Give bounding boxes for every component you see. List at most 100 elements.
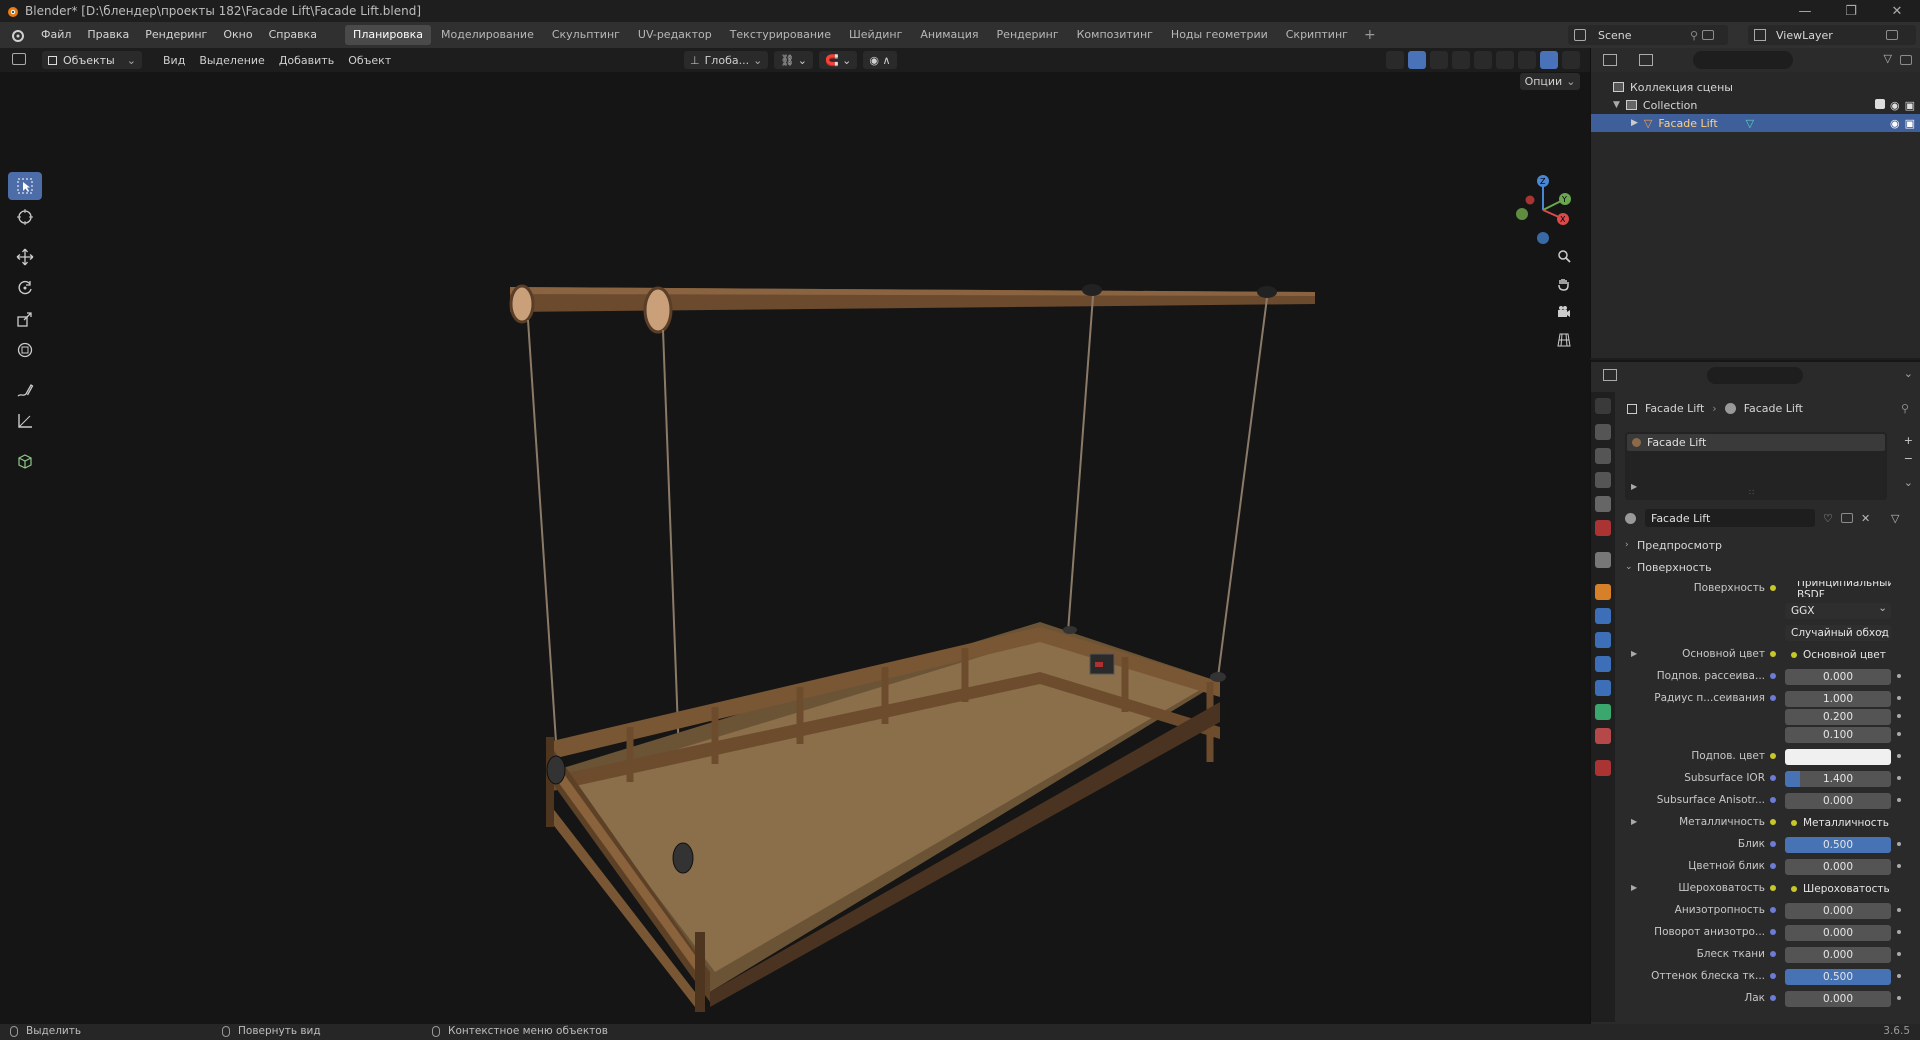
keyframe-dot-icon[interactable] xyxy=(1897,754,1901,758)
overlay-toggle[interactable] xyxy=(1430,51,1448,69)
shading-rendered[interactable] xyxy=(1540,51,1558,69)
move-tool[interactable] xyxy=(8,243,42,271)
keyframe-dot-icon[interactable] xyxy=(1897,732,1901,736)
resize-handle[interactable]: ∷ xyxy=(1749,488,1754,497)
tab-animation[interactable]: Анимация xyxy=(912,25,986,45)
maximize-icon[interactable]: ❐ xyxy=(1828,0,1874,22)
blender-menu-icon[interactable] xyxy=(9,27,25,43)
visibility-toggle[interactable] xyxy=(1386,51,1404,69)
socket-icon[interactable] xyxy=(1770,995,1776,1001)
socket-icon[interactable] xyxy=(1770,907,1776,913)
proportional-edit-toggle[interactable]: ◉ ∧ xyxy=(863,51,897,69)
socket-icon[interactable] xyxy=(1770,695,1776,701)
property-value-field[interactable]: 0.000 xyxy=(1785,903,1891,919)
cursor-tool[interactable] xyxy=(8,203,42,231)
linked-node-field[interactable]: Основной цвет xyxy=(1785,647,1891,663)
scale-tool[interactable] xyxy=(8,305,42,333)
keyframe-dot-icon[interactable] xyxy=(1897,864,1901,868)
pin-icon[interactable]: ⚲ xyxy=(1901,402,1909,415)
tab-geometry-nodes[interactable]: Ноды геометрии xyxy=(1163,25,1276,45)
editor-type-icon[interactable] xyxy=(12,53,26,65)
linked-node-field[interactable]: Принципиальный BSDF xyxy=(1785,581,1891,597)
socket-icon[interactable] xyxy=(1770,651,1776,657)
material-name-field[interactable]: Facade Lift xyxy=(1645,509,1815,527)
material-tab-icon[interactable] xyxy=(1595,728,1611,744)
add-workspace-button[interactable]: + xyxy=(1356,27,1384,43)
new-scene-icon[interactable] xyxy=(1702,30,1714,40)
filter-icon[interactable]: ▽ xyxy=(1884,52,1892,65)
socket-icon[interactable] xyxy=(1770,951,1776,957)
keyframe-dot-icon[interactable] xyxy=(1897,696,1901,700)
socket-icon[interactable] xyxy=(1770,841,1776,847)
menu-window[interactable]: Окно xyxy=(215,22,260,48)
output-tab-icon[interactable] xyxy=(1595,448,1611,464)
tab-shading[interactable]: Шейдинг xyxy=(841,25,910,45)
property-value-field[interactable]: 1.000 xyxy=(1785,691,1891,707)
new-view-layer-icon[interactable] xyxy=(1886,30,1898,40)
menu-select[interactable]: Выделение xyxy=(192,54,272,67)
property-value-field[interactable]: 0.000 xyxy=(1785,859,1891,875)
keyframe-dot-icon[interactable] xyxy=(1897,908,1901,912)
properties-search-input[interactable] xyxy=(1707,367,1803,384)
collection-tab-icon[interactable] xyxy=(1595,552,1611,568)
outliner-search-input[interactable] xyxy=(1693,51,1793,69)
interaction-mode-select[interactable]: Объекты ⌄ xyxy=(42,51,142,69)
property-value-field[interactable]: 0.200 xyxy=(1785,709,1891,725)
menu-help[interactable]: Справка xyxy=(261,22,325,48)
eye-icon[interactable]: ◉ xyxy=(1890,99,1900,112)
particles-tab-icon[interactable] xyxy=(1595,632,1611,648)
unlink-icon[interactable]: ✕ xyxy=(1861,512,1870,525)
world-tab-icon[interactable] xyxy=(1595,520,1611,536)
new-collection-icon[interactable] xyxy=(1900,55,1912,65)
tab-layout[interactable]: Планировка xyxy=(345,25,432,45)
menu-file[interactable]: Файл xyxy=(33,22,79,48)
socket-icon[interactable] xyxy=(1770,775,1776,781)
expand-arrow-icon[interactable]: ▶ xyxy=(1631,649,1637,658)
socket-icon[interactable] xyxy=(1770,863,1776,869)
menu-object[interactable]: Объект xyxy=(341,54,398,67)
shading-wireframe[interactable] xyxy=(1474,51,1492,69)
filter-icon[interactable]: ▽ xyxy=(1891,512,1899,525)
socket-icon[interactable] xyxy=(1770,819,1776,825)
display-mode-icon[interactable] xyxy=(1639,54,1653,66)
material-slot-list[interactable]: Facade Lift ▶ ∷ xyxy=(1625,432,1887,500)
view-layer-selector[interactable]: ViewLayer xyxy=(1748,25,1916,45)
tab-sculpting[interactable]: Скульптинг xyxy=(544,25,628,45)
select-box-tool[interactable] xyxy=(8,172,42,200)
tab-compositing[interactable]: Композитинг xyxy=(1069,25,1161,45)
expand-arrow-icon[interactable]: ▶ xyxy=(1631,118,1638,128)
xray-toggle[interactable] xyxy=(1452,51,1470,69)
keyframe-dot-icon[interactable] xyxy=(1897,674,1901,678)
shading-options[interactable] xyxy=(1562,51,1580,69)
socket-icon[interactable] xyxy=(1770,673,1776,679)
pivot-point-button[interactable]: ⛓ ⌄ xyxy=(774,51,813,69)
chevron-down-icon[interactable]: ⌄ xyxy=(1904,367,1913,380)
rotate-tool[interactable] xyxy=(8,274,42,302)
keyframe-dot-icon[interactable] xyxy=(1897,714,1901,718)
tab-scripting[interactable]: Скриптинг xyxy=(1278,25,1356,45)
tab-modeling[interactable]: Моделирование xyxy=(433,25,542,45)
menu-add[interactable]: Добавить xyxy=(272,54,341,67)
gizmo-toggle[interactable] xyxy=(1408,51,1426,69)
property-value-field[interactable]: 0.000 xyxy=(1785,925,1891,941)
transform-orientation-select[interactable]: ⊥ Глоба... ⌄ xyxy=(684,51,769,69)
property-value-field[interactable]: 0.000 xyxy=(1785,991,1891,1007)
camera-icon[interactable] xyxy=(1553,302,1575,322)
keyframe-dot-icon[interactable] xyxy=(1897,974,1901,978)
outliner-item-collection[interactable]: ▼ Collection ◉ ▣ xyxy=(1591,96,1920,114)
tab-uv-editing[interactable]: UV-редактор xyxy=(630,25,720,45)
panel-surface[interactable]: ⌄ Поверхность xyxy=(1625,558,1915,576)
3d-viewport[interactable]: Z Y X xyxy=(0,72,1590,1024)
annotate-tool[interactable] xyxy=(8,376,42,404)
tool-tab-icon[interactable] xyxy=(1595,398,1611,414)
tab-rendering[interactable]: Рендеринг xyxy=(989,25,1067,45)
constraints-tab-icon[interactable] xyxy=(1595,680,1611,696)
render-tab-icon[interactable] xyxy=(1595,424,1611,440)
expand-arrow-icon[interactable]: ▼ xyxy=(1613,100,1620,110)
material-slot[interactable]: Facade Lift xyxy=(1627,434,1885,451)
property-value-field[interactable]: 0.500 xyxy=(1785,837,1891,853)
expand-arrow-icon[interactable]: ▶ xyxy=(1631,482,1637,491)
fake-user-icon[interactable]: ♡ xyxy=(1823,512,1833,525)
remove-slot-icon[interactable]: − xyxy=(1904,452,1913,465)
keyframe-dot-icon[interactable] xyxy=(1897,798,1901,802)
